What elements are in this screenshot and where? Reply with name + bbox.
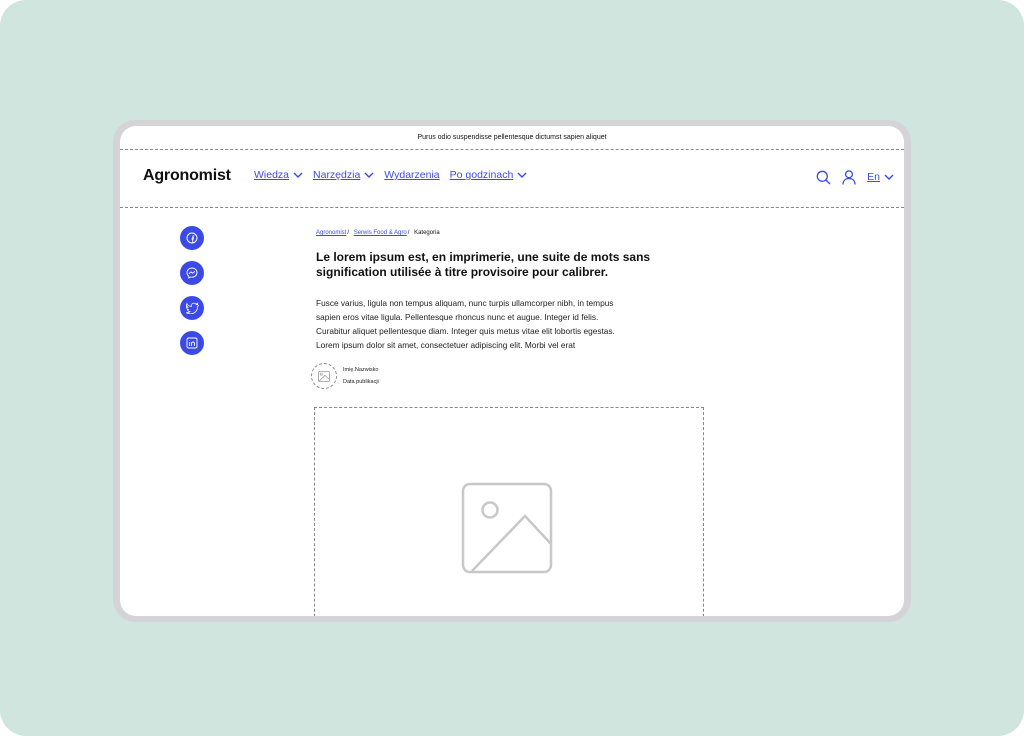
browser-screen: Purus odio suspendisse pellentesque dict… <box>120 126 904 616</box>
publish-date: Data publikacji <box>343 379 379 385</box>
tablet-frame: Purus odio suspendisse pellentesque dict… <box>113 120 911 622</box>
chevron-down-icon <box>293 172 303 178</box>
chevron-down-icon <box>884 174 894 180</box>
breadcrumb-item[interactable]: Serwis Food & Agro <box>354 230 407 236</box>
twitter-icon <box>185 302 199 314</box>
site-logo[interactable]: Agronomist <box>143 167 231 185</box>
hero-image-placeholder <box>314 407 704 616</box>
main-nav: Wiedza Narzędzia Wydarzenia Po godzinach <box>254 169 537 181</box>
article-line: sapien eros vitae ligula. Pellentesque r… <box>316 312 599 322</box>
author-name[interactable]: Imię.Nazwisko <box>343 364 379 376</box>
chevron-down-icon <box>517 172 527 178</box>
language-label: En <box>867 171 880 183</box>
image-placeholder-icon <box>461 482 553 574</box>
language-selector[interactable]: En <box>867 171 894 183</box>
messenger-icon <box>186 267 198 279</box>
nav-item-wiedza[interactable]: Wiedza <box>254 169 303 181</box>
article-author: Imię.Nazwisko Data publikacji <box>311 363 379 389</box>
share-facebook-button[interactable] <box>180 226 204 250</box>
header-tools: En <box>815 169 894 185</box>
avatar <box>311 363 337 389</box>
linkedin-icon <box>186 337 198 349</box>
share-messenger-button[interactable] <box>180 261 204 285</box>
nav-item-label: Wydarzenia <box>384 169 440 181</box>
chevron-down-icon <box>364 172 374 178</box>
nav-item-po-godzinach[interactable]: Po godzinach <box>450 169 528 181</box>
breadcrumb-separator: / <box>407 230 410 236</box>
site-header: Agronomist Wiedza Narzędzia Wydarzenia P <box>120 150 904 208</box>
user-icon[interactable] <box>841 169 857 185</box>
nav-item-label: Wiedza <box>254 169 290 181</box>
nav-item-narzedzia[interactable]: Narzędzia <box>313 169 374 181</box>
article-title: Le lorem ipsum est, en imprimerie, une s… <box>316 250 651 279</box>
article-line: Curabitur aliquet pellentesque diam. Int… <box>316 326 615 336</box>
breadcrumb-item[interactable]: Agronomist <box>316 230 346 236</box>
breadcrumb: Agronomist/ Serwis Food & Agro/ Kategori… <box>316 230 440 236</box>
article-line: Fusce varius, ligula non tempus aliquam,… <box>316 298 614 308</box>
page-background: Purus odio suspendisse pellentesque dict… <box>0 0 1024 736</box>
search-icon[interactable] <box>815 169 831 185</box>
nav-item-label: Po godzinach <box>449 169 514 181</box>
share-twitter-button[interactable] <box>180 296 204 320</box>
facebook-icon <box>186 232 198 244</box>
share-linkedin-button[interactable] <box>180 331 204 355</box>
announcement-bar: Purus odio suspendisse pellentesque dict… <box>120 126 904 150</box>
nav-item-wydarzenia[interactable]: Wydarzenia <box>384 169 439 181</box>
article-line: Lorem ipsum dolor sit amet, consectetuer… <box>316 340 576 350</box>
article-lead: Fusce varius, ligula non tempus aliquam,… <box>316 296 666 352</box>
social-share-bar <box>180 226 204 366</box>
image-placeholder-icon <box>318 370 330 382</box>
breadcrumb-current: Kategoria <box>414 230 440 236</box>
nav-item-label: Narzędzia <box>313 169 361 181</box>
breadcrumb-separator: / <box>347 230 350 236</box>
